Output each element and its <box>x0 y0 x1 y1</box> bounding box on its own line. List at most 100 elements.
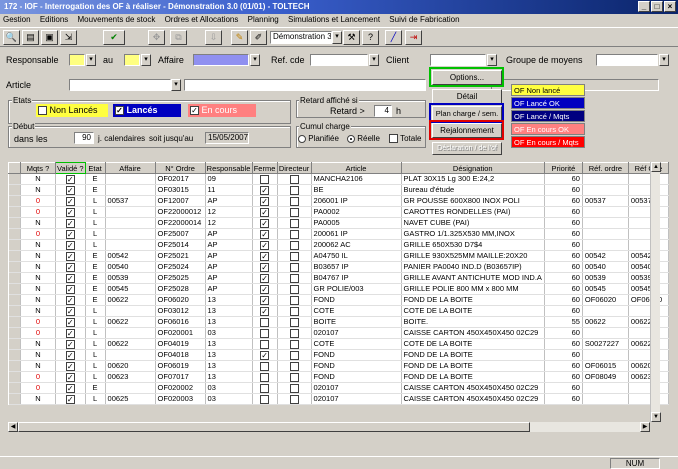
grid-header-7[interactable]: Ferme <box>251 162 278 174</box>
row-selector[interactable] <box>8 173 21 185</box>
row-checkbox[interactable]: ✓ <box>65 229 75 239</box>
table-row[interactable]: 0 ✓ L 00622 OF06016 13 BOITE BOITE. 55 00622 00622 <box>8 316 669 328</box>
options-button[interactable]: Options... <box>432 70 502 85</box>
copy-icon[interactable]: ⧉ <box>170 30 187 45</box>
row-checkbox[interactable]: ✓ <box>65 328 75 338</box>
row-checkbox[interactable] <box>260 372 270 382</box>
menu-suivi[interactable]: Suivi de Fabrication <box>389 15 459 24</box>
row-checkbox[interactable]: ✓ <box>260 273 270 283</box>
row-selector[interactable] <box>8 393 21 405</box>
table-row[interactable]: N ✓ E 00545 OF25028 AP ✓ GR POLIE/003 GRILLE POL… <box>8 283 669 295</box>
row-selector[interactable] <box>8 360 21 372</box>
row-checkbox[interactable]: ✓ <box>65 262 75 272</box>
grid-header-6[interactable]: Responsable <box>204 162 253 174</box>
row-selector[interactable] <box>8 195 21 207</box>
grid-header-3[interactable]: Etat <box>84 162 106 174</box>
refcde-input[interactable] <box>310 54 368 66</box>
row-checkbox[interactable] <box>289 273 299 283</box>
row-checkbox[interactable]: ✓ <box>65 306 75 316</box>
row-selector[interactable] <box>8 327 21 339</box>
scroll-up-icon[interactable]: ▲ <box>651 162 661 172</box>
menu-editions[interactable]: Editions <box>40 15 68 24</box>
table-row[interactable]: N ✓ L OF22000014 12 ✓ PA0005 NAVET CUBE (PAI) 60 <box>8 217 669 229</box>
grid-header-4[interactable]: Affaire <box>104 162 156 174</box>
table-row[interactable]: 0 ✓ L OF020001 03 020107 CAISSE CARTON 450X450… <box>8 327 669 339</box>
row-checkbox[interactable] <box>289 350 299 360</box>
tools-icon[interactable]: ⚒ <box>343 30 360 45</box>
reelle-radio[interactable] <box>347 134 355 143</box>
row-selector[interactable] <box>8 338 21 350</box>
validate-icon[interactable]: ✔ <box>103 30 125 45</box>
table-row[interactable]: N ✓ L 00625 OF020003 03 020107 CAISSE CARTON 45… <box>8 393 669 405</box>
row-checkbox[interactable] <box>260 383 270 393</box>
grid-header-9[interactable]: Article <box>310 162 402 174</box>
row-checkbox[interactable] <box>289 306 299 316</box>
row-checkbox[interactable]: ✓ <box>260 229 270 239</box>
row-checkbox[interactable]: ✓ <box>65 383 75 393</box>
row-selector[interactable] <box>8 272 21 284</box>
row-checkbox[interactable] <box>289 196 299 206</box>
row-checkbox[interactable] <box>289 262 299 272</box>
horizontal-scroll-thumb[interactable] <box>18 422 530 432</box>
row-selector[interactable] <box>8 239 21 251</box>
row-checkbox[interactable]: ✓ <box>65 185 75 195</box>
edit-icon[interactable]: ✐ <box>250 30 267 45</box>
row-checkbox[interactable]: ✓ <box>260 284 270 294</box>
table-row[interactable]: 0 ✓ L OF22000012 12 ✓ PA0002 CAROTTES RONDELLES… <box>8 206 669 218</box>
en-cours-checkbox[interactable]: ✓ <box>190 106 199 116</box>
row-checkbox[interactable] <box>289 394 299 404</box>
row-checkbox[interactable]: ✓ <box>65 251 75 261</box>
row-checkbox[interactable] <box>289 295 299 305</box>
row-checkbox[interactable]: ✓ <box>260 196 270 206</box>
row-checkbox[interactable]: ✓ <box>260 350 270 360</box>
row-checkbox[interactable]: ✓ <box>65 295 75 305</box>
row-checkbox[interactable] <box>260 317 270 327</box>
row-selector[interactable] <box>8 316 21 328</box>
row-checkbox[interactable]: ✓ <box>260 207 270 217</box>
row-checkbox[interactable]: ✓ <box>65 339 75 349</box>
row-selector[interactable] <box>8 305 21 317</box>
refcde-dropdown[interactable]: ▾ <box>369 54 379 66</box>
row-checkbox[interactable] <box>289 339 299 349</box>
row-checkbox[interactable] <box>260 339 270 349</box>
declaration-button[interactable]: Déclaration / de l'of <box>432 142 502 155</box>
row-selector[interactable] <box>8 206 21 218</box>
grid-header-12[interactable]: Réf. ordre <box>581 162 629 174</box>
maximize-button[interactable]: □ <box>651 1 663 12</box>
scroll-right-icon[interactable]: ▶ <box>640 422 650 432</box>
check-totale[interactable]: Totale <box>389 134 421 144</box>
row-checkbox[interactable] <box>260 174 270 184</box>
row-checkbox[interactable]: ✓ <box>65 207 75 217</box>
table-row[interactable]: N ✓ E 00540 OF25024 AP ✓ B03657 IP PANIER PA0040… <box>8 261 669 273</box>
minimize-button[interactable]: _ <box>638 1 650 12</box>
row-checkbox[interactable] <box>289 383 299 393</box>
plan-charge-button[interactable]: Plan charge / sem. <box>432 106 502 121</box>
row-checkbox[interactable]: ✓ <box>65 394 75 404</box>
menu-ordres[interactable]: Ordres et Allocations <box>165 15 239 24</box>
etat-lances[interactable]: ✓ Lancés <box>113 104 181 117</box>
search-icon[interactable]: 🔍 <box>3 30 20 45</box>
table-row[interactable]: 0 ✓ L 00623 OF07017 13 FOND FOND DE LA BOITE 60 O… <box>8 371 669 383</box>
row-selector[interactable] <box>8 371 21 383</box>
client-input[interactable] <box>430 54 486 66</box>
table-row[interactable]: N ✓ E OF02017 09 MANCHA2106 PLAT 30X15 Lg 300 … <box>8 173 669 185</box>
row-checkbox[interactable] <box>289 328 299 338</box>
article-input[interactable] <box>69 79 171 91</box>
radio-reelle[interactable]: Réelle <box>347 134 380 143</box>
row-checkbox[interactable]: ✓ <box>260 295 270 305</box>
menu-gestion[interactable]: Gestion <box>3 15 31 24</box>
row-checkbox[interactable] <box>289 174 299 184</box>
table-row[interactable]: N ✓ L OF03012 13 ✓ COTE COTE DE LA BOITE 60 <box>8 305 669 317</box>
export-icon[interactable]: ⇲ <box>60 30 77 45</box>
grid-header-5[interactable]: N° Ordre <box>154 162 206 174</box>
responsable-from-input[interactable] <box>69 54 85 66</box>
row-checkbox[interactable] <box>289 240 299 250</box>
row-checkbox[interactable]: ✓ <box>65 240 75 250</box>
row-selector[interactable] <box>8 261 21 273</box>
menu-simulations[interactable]: Simulations et Lancement <box>288 15 380 24</box>
row-selector[interactable] <box>8 250 21 262</box>
row-selector[interactable] <box>8 283 21 295</box>
row-checkbox[interactable]: ✓ <box>260 240 270 250</box>
row-selector[interactable] <box>8 184 21 196</box>
table-row[interactable]: N ✓ L OF04018 13 ✓ FOND FOND DE LA BOITE 60 <box>8 349 669 361</box>
